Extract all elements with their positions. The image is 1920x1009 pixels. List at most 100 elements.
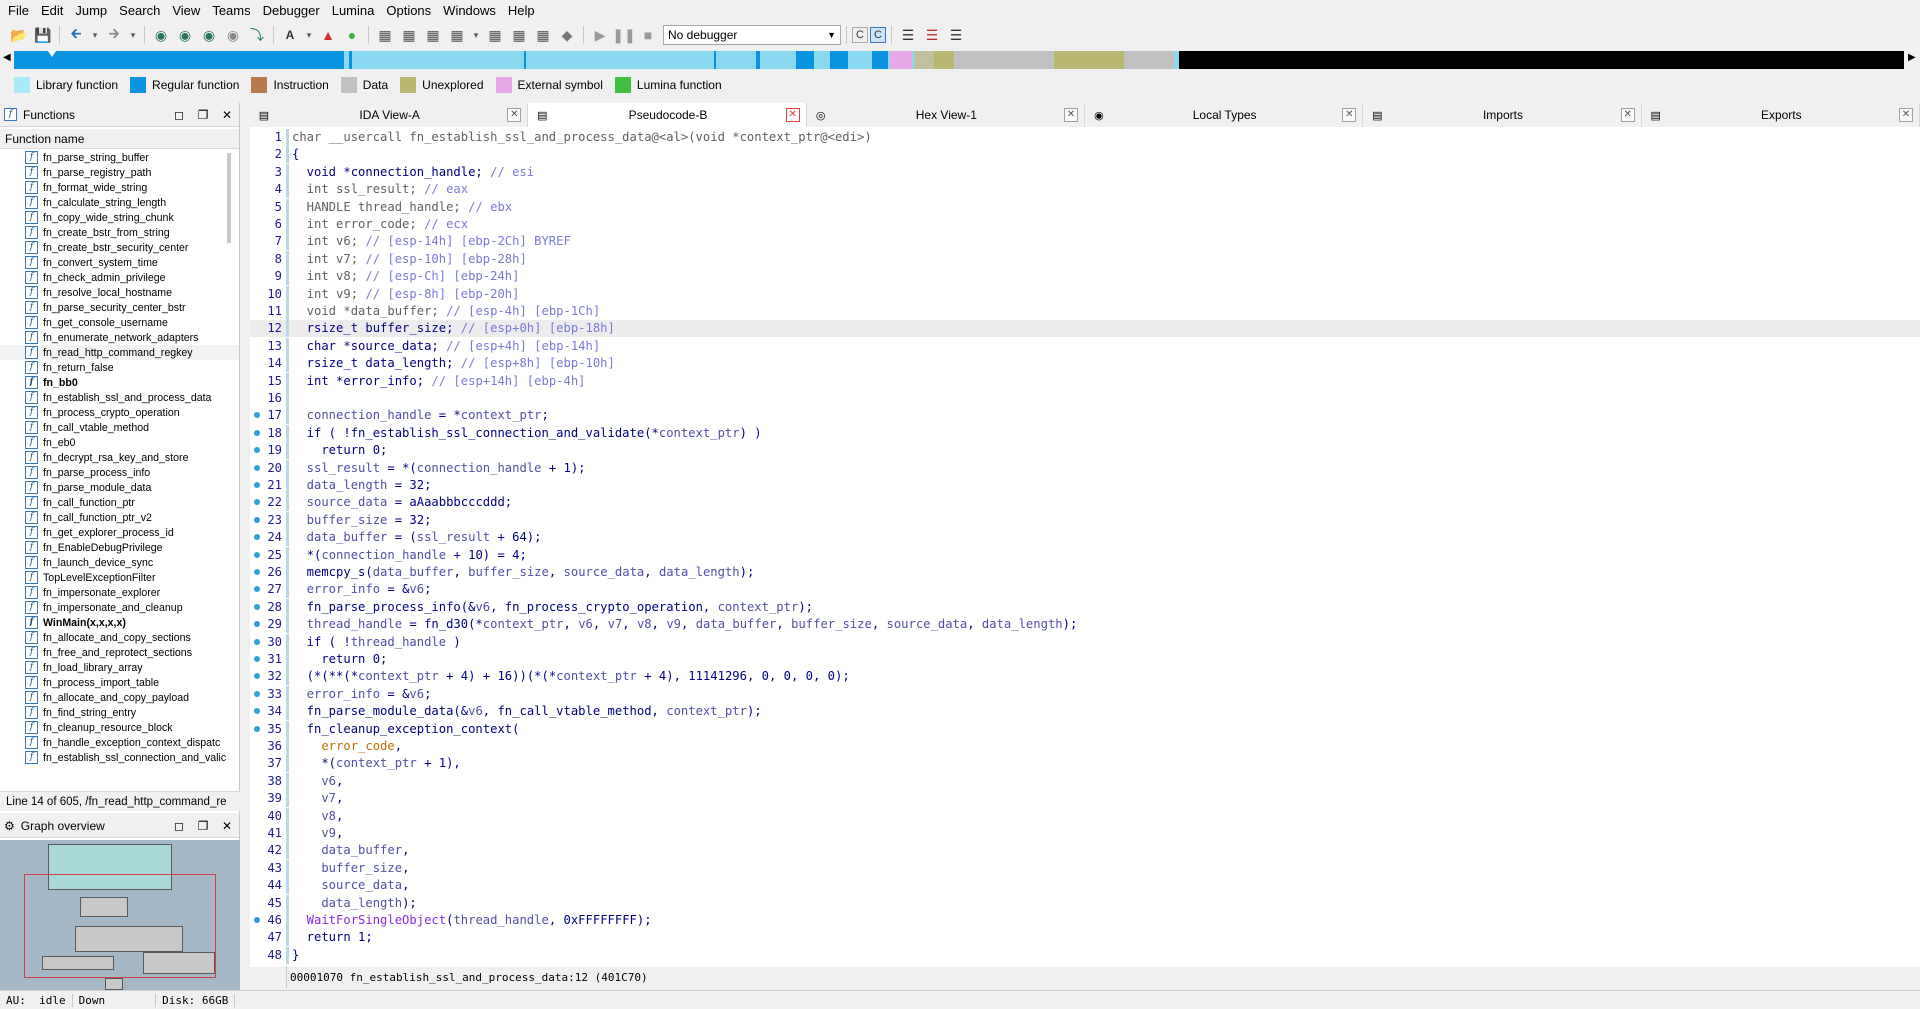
breakpoint-dot-icon[interactable] [254,499,260,506]
code-line[interactable]: 3 void *connection_handle; // esi [250,163,1920,181]
breakpoint-dot-icon[interactable] [254,725,260,732]
nav-left-icon[interactable]: ◀ [3,52,11,63]
lumina-icon[interactable]: ● [341,24,363,46]
debugger-select[interactable]: No debugger ▼ [663,25,841,45]
code-line[interactable]: 25 *(connection_handle + 10) = 4; [250,546,1920,564]
function-list-item[interactable]: f fn_eb0 [0,435,239,450]
graph-icon[interactable]: ▲ [317,24,339,46]
code-line[interactable]: 44 source_data, [250,877,1920,895]
breakpoint-dot-icon[interactable] [254,656,260,662]
code-line[interactable]: 4 int ssl_result; // eax [250,181,1920,199]
text-dropdown-icon[interactable]: ▾ [303,24,315,46]
tab-local-types[interactable]: ◉ Local Types ✕ [1085,103,1364,127]
code-line[interactable]: 13 char *source_data; // [esp+4h] [ebp-1… [250,337,1920,355]
undefine-icon[interactable]: ◉ [222,24,244,46]
code-line[interactable]: 9 int v8; // [esp-Ch] [ebp-24h] [250,268,1920,286]
tab-close-icon[interactable]: ✕ [1342,108,1357,122]
tab-exports[interactable]: ▤ Exports ✕ [1642,103,1920,127]
code-line[interactable]: 19 return 0; [250,442,1920,460]
tab-close-icon[interactable]: ✕ [507,108,522,122]
function-list-item[interactable]: f fn_return_false [0,360,239,375]
function-list-item[interactable]: f fn_call_function_ptr_v2 [0,510,239,525]
code-line[interactable]: 45 data_length); [250,894,1920,912]
function-list-item[interactable]: f fn_parse_module_data [0,480,239,495]
tab-close-icon[interactable]: ✕ [1898,108,1913,122]
float-icon[interactable]: ❐ [191,108,215,122]
breakpoint-dot-icon[interactable] [254,429,260,436]
list-alt-icon[interactable]: ☰ [945,24,967,46]
code-line[interactable]: 15 int *error_info; // [esp+14h] [ebp-4h… [250,372,1920,390]
code-line[interactable]: 18 if ( !fn_establish_ssl_connection_and… [250,424,1920,442]
tab-pseudocode-b[interactable]: ▤ Pseudocode-B ✕ [528,103,807,127]
code-line[interactable]: 17 connection_handle = *context_ptr; [250,407,1920,425]
breakpoint-dot-icon[interactable] [254,412,260,419]
navigation-band[interactable]: ◀ ▶ [0,50,1920,70]
function-list-item[interactable]: f fn_parse_security_center_bstr [0,300,239,315]
float-icon[interactable]: ❐ [191,819,215,833]
maximize-icon[interactable]: ◻ [167,108,191,122]
breakpoint-dot-icon[interactable] [254,621,260,628]
function-list-item[interactable]: f fn_get_explorer_process_id [0,525,239,540]
code-line[interactable]: 7 int v6; // [esp-14h] [ebp-2Ch] BYREF [250,233,1920,251]
code-line[interactable]: 29 thread_handle = fn_d30(*context_ptr, … [250,616,1920,634]
pseudocode-view[interactable]: 1 char __usercall fn_establish_ssl_and_pr… [250,127,1920,967]
navigation-band-track[interactable] [14,51,1904,69]
nav-right-icon[interactable]: ▶ [1908,52,1916,63]
names-icon[interactable]: ▦ [446,24,468,46]
c-selected-icon[interactable]: C [870,27,886,43]
function-list-item[interactable]: f fn_handle_exception_context_dispatc [0,735,239,750]
breakpoint-dot-icon[interactable] [254,447,260,454]
menu-view[interactable]: View [166,0,206,22]
menu-file[interactable]: File [2,0,35,22]
code-line[interactable]: 41 v9, [250,825,1920,842]
code-line[interactable]: 10 int v9; // [esp-8h] [ebp-20h] [250,285,1920,303]
code-line[interactable]: 27 error_info = &v6; [250,581,1920,599]
function-list-item[interactable]: f fn_EnableDebugPrivilege [0,540,239,555]
function-list-item[interactable]: f fn_parse_string_buffer [0,150,239,165]
tab-ida-view-a[interactable]: ▤ IDA View-A ✕ [250,103,529,127]
code-line[interactable]: 1 char __usercall fn_establish_ssl_and_pr… [250,129,1920,146]
function-list-item[interactable]: f fn_process_import_table [0,675,239,690]
function-list-item[interactable]: f fn_enumerate_network_adapters [0,330,239,345]
code-line[interactable]: 48} [250,946,1920,964]
code-line[interactable]: 22 source_data = aAaabbbcccddd; [250,494,1920,512]
function-list-item[interactable]: f TopLevelExceptionFilter [0,570,239,585]
breakpoint-dot-icon[interactable] [254,551,260,558]
code-line[interactable]: 20 ssl_result = *(connection_handle + 1)… [250,459,1920,477]
code-line[interactable]: 24 data_buffer = (ssl_result + 64); [250,529,1920,547]
back-dropdown-icon[interactable]: ▾ [89,24,101,46]
code-line[interactable]: 35 fn_cleanup_exception_context( [250,720,1920,738]
breakpoint-dot-icon[interactable] [254,917,260,923]
close-icon[interactable]: ✕ [215,108,239,122]
code-line[interactable]: 23 buffer_size = 32; [250,511,1920,529]
function-list-item[interactable]: f WinMain(x,x,x,x) [0,615,239,630]
function-list-item[interactable]: f fn_create_bstr_from_string [0,225,239,240]
forward-dropdown-icon[interactable]: ▾ [127,24,139,46]
function-list-item[interactable]: f fn_parse_registry_path [0,165,239,180]
patch-icon[interactable]: ▦ [532,24,554,46]
graph-overview-canvas[interactable] [0,840,240,990]
run-icon[interactable]: ▶ [589,24,611,46]
breakpoint-dot-icon[interactable] [254,603,260,610]
function-list-item[interactable]: f fn_copy_wide_string_chunk [0,210,239,225]
code-line[interactable]: 14 rsize_t data_length; // [esp+8h] [ebp… [250,355,1920,373]
function-list-scrollbar[interactable] [227,153,231,243]
code-line[interactable]: 8 int v7; // [esp-10h] [ebp-28h] [250,250,1920,268]
tab-imports[interactable]: ▤ Imports ✕ [1363,103,1642,127]
menu-edit[interactable]: Edit [35,0,69,22]
menu-debugger[interactable]: Debugger [257,0,326,22]
code-line[interactable]: 40 v8, [250,807,1920,825]
function-list-item[interactable]: f fn_decrypt_rsa_key_and_store [0,450,239,465]
code-line[interactable]: 31 return 0; [250,651,1920,668]
function-list-item[interactable]: f fn_process_crypto_operation [0,405,239,420]
tab-hex-view-1[interactable]: ◎ Hex View-1 ✕ [807,103,1085,127]
menu-search[interactable]: Search [113,0,166,22]
tab-close-icon[interactable]: ✕ [1620,108,1635,122]
code-line[interactable]: 47 return 1; [250,929,1920,947]
function-list-item[interactable]: f fn_read_http_command_regkey [0,345,239,360]
maximize-icon[interactable]: ◻ [167,819,191,833]
close-icon[interactable]: ✕ [215,819,239,833]
breakpoint-dot-icon[interactable] [254,638,260,645]
function-list-item[interactable]: f fn_calculate_string_length [0,195,239,210]
xrefs-icon[interactable]: ▦ [484,24,506,46]
